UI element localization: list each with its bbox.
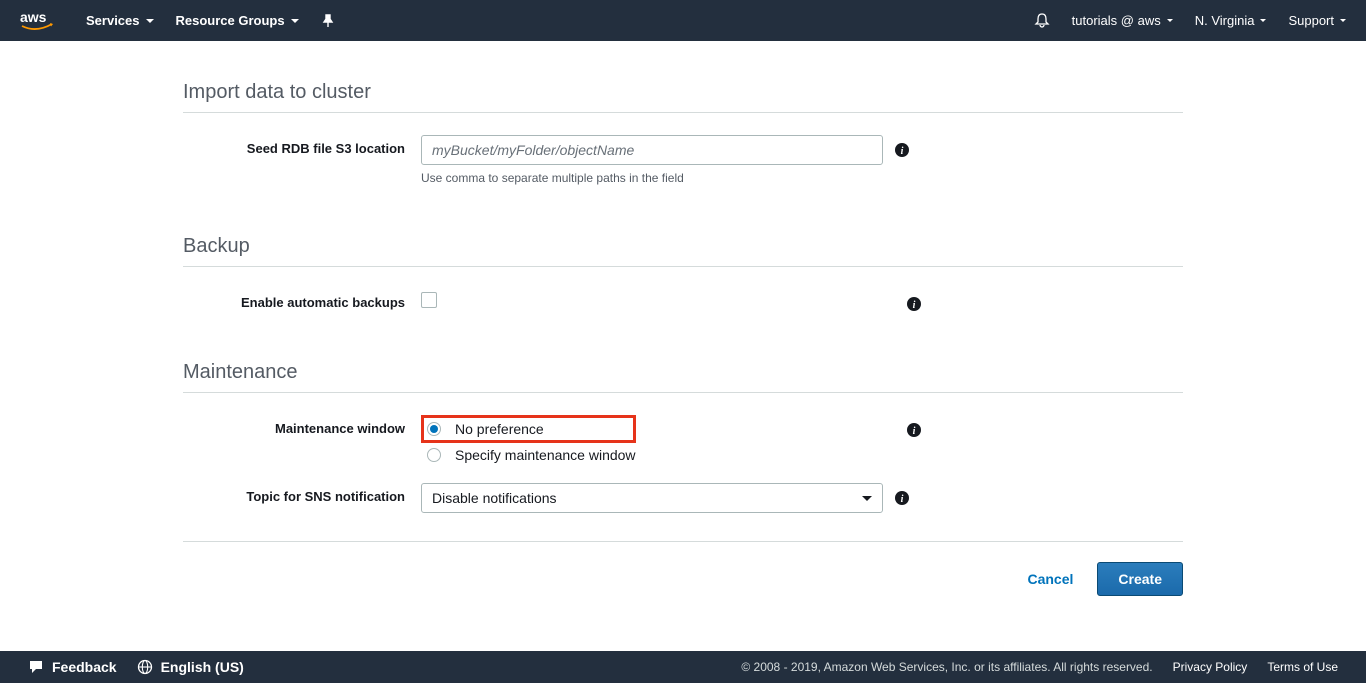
region-label: N. Virginia <box>1195 13 1255 28</box>
radio-no-preference[interactable]: No preference <box>427 421 544 437</box>
cancel-button[interactable]: Cancel <box>1023 562 1077 596</box>
account-label: tutorials @ aws <box>1072 13 1161 28</box>
main-form: Import data to cluster Seed RDB file S3 … <box>183 41 1183 616</box>
seed-rdb-label: Seed RDB file S3 location <box>183 135 421 156</box>
sns-topic-select[interactable]: Disable notifications <box>421 483 883 513</box>
support-label: Support <box>1288 13 1334 28</box>
maintenance-window-radio-group: No preference Specify maintenance window <box>421 415 636 463</box>
seed-rdb-input[interactable] <box>421 135 883 165</box>
svg-text:i: i <box>913 300 916 311</box>
aws-logo[interactable]: aws <box>20 10 56 32</box>
info-icon[interactable]: i <box>895 491 909 505</box>
services-label: Services <box>86 13 140 28</box>
section-maintenance-title: Maintenance <box>183 361 1183 393</box>
info-icon[interactable]: i <box>907 297 921 311</box>
caret-down-icon <box>1340 19 1346 22</box>
language-selector[interactable]: English (US) <box>137 659 244 675</box>
maintenance-window-label: Maintenance window <box>183 415 421 436</box>
svg-text:i: i <box>901 146 904 157</box>
enable-backups-label: Enable automatic backups <box>183 289 421 310</box>
seed-rdb-hint: Use comma to separate multiple paths in … <box>421 171 1183 185</box>
section-import-title: Import data to cluster <box>183 81 1183 113</box>
section-backup-title: Backup <box>183 235 1183 267</box>
caret-down-icon <box>1167 19 1173 22</box>
feedback-label: Feedback <box>52 659 117 675</box>
highlight-annotation: No preference <box>421 415 636 443</box>
enable-backups-checkbox[interactable] <box>421 292 437 308</box>
sns-topic-value: Disable notifications <box>432 490 557 506</box>
copyright-text: © 2008 - 2019, Amazon Web Services, Inc.… <box>741 660 1152 674</box>
account-menu[interactable]: tutorials @ aws <box>1072 13 1173 28</box>
support-menu[interactable]: Support <box>1288 13 1346 28</box>
terms-of-use-link[interactable]: Terms of Use <box>1267 660 1338 674</box>
region-menu[interactable]: N. Virginia <box>1195 13 1267 28</box>
caret-down-icon <box>1260 19 1266 22</box>
info-icon[interactable]: i <box>895 143 909 157</box>
maintenance-window-row: Maintenance window No preference Specify… <box>183 415 1183 463</box>
notifications-bell-icon[interactable] <box>1034 13 1050 29</box>
language-label: English (US) <box>161 659 244 675</box>
radio-input-specify-window[interactable] <box>427 448 441 462</box>
chat-icon <box>28 659 44 675</box>
svg-text:aws: aws <box>20 10 47 25</box>
feedback-link[interactable]: Feedback <box>28 659 117 675</box>
svg-text:i: i <box>901 494 904 505</box>
info-icon[interactable]: i <box>907 423 921 437</box>
svg-text:i: i <box>913 426 916 437</box>
seed-rdb-row: Seed RDB file S3 location i <box>183 135 1183 165</box>
radio-input-no-preference[interactable] <box>427 422 441 436</box>
pin-shortcut-button[interactable] <box>321 14 335 28</box>
create-button[interactable]: Create <box>1097 562 1183 596</box>
resource-groups-label: Resource Groups <box>176 13 285 28</box>
footer-bar: Feedback English (US) © 2008 - 2019, Ama… <box>0 651 1366 683</box>
caret-down-icon <box>146 19 154 23</box>
caret-down-icon <box>291 19 299 23</box>
globe-icon <box>137 659 153 675</box>
caret-down-icon <box>862 496 872 501</box>
services-menu[interactable]: Services <box>86 13 154 28</box>
resource-groups-menu[interactable]: Resource Groups <box>176 13 299 28</box>
form-actions: Cancel Create <box>183 542 1183 616</box>
sns-topic-row: Topic for SNS notification Disable notif… <box>183 483 1183 513</box>
privacy-policy-link[interactable]: Privacy Policy <box>1173 660 1248 674</box>
radio-specify-window[interactable]: Specify maintenance window <box>421 447 636 463</box>
sns-topic-label: Topic for SNS notification <box>183 483 421 504</box>
radio-label-specify-window: Specify maintenance window <box>455 447 636 463</box>
radio-label-no-preference: No preference <box>455 421 544 437</box>
pin-icon <box>321 14 335 28</box>
top-navigation-bar: aws Services Resource Groups tutorials @… <box>0 0 1366 41</box>
enable-backups-row: Enable automatic backups i <box>183 289 1183 311</box>
